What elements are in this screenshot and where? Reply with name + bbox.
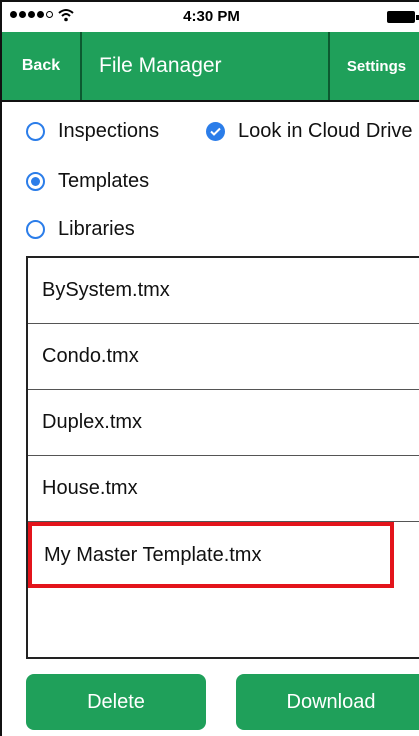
navigation-bar: Back File Manager Settings: [2, 32, 419, 102]
status-time: 4:30 PM: [183, 8, 240, 25]
delete-button[interactable]: Delete: [26, 674, 206, 730]
option-inspections-label: Inspections: [58, 120, 160, 142]
file-list[interactable]: BySystem.tmx Condo.tmx Duplex.tmx House.…: [26, 256, 419, 659]
back-button[interactable]: Back: [2, 32, 82, 100]
radio-unselected-icon[interactable]: [26, 220, 45, 239]
option-templates-label: Templates: [58, 170, 150, 192]
status-bar: 4:30 PM: [2, 0, 419, 32]
radio-unselected-icon[interactable]: [26, 122, 45, 141]
option-cloud-drive-label: Look in Cloud Drive: [238, 120, 413, 142]
option-libraries-label: Libraries: [58, 218, 135, 240]
radio-selected-icon[interactable]: [26, 172, 45, 191]
option-cloud-drive[interactable]: Look in Cloud Drive: [206, 120, 413, 143]
list-item[interactable]: Duplex.tmx: [28, 390, 419, 456]
settings-button[interactable]: Settings: [328, 32, 419, 100]
battery-icon: [387, 11, 419, 23]
list-item-selected[interactable]: My Master Template.tmx: [28, 522, 394, 588]
checkmark-icon[interactable]: [206, 122, 225, 141]
download-button[interactable]: Download: [236, 674, 419, 730]
list-item[interactable]: Condo.tmx: [28, 324, 419, 390]
page-title: File Manager: [99, 54, 222, 77]
phone-screen: 4:30 PM Back File Manager Settings Inspe…: [0, 0, 419, 736]
option-libraries[interactable]: Libraries: [26, 218, 135, 241]
list-item[interactable]: BySystem.tmx: [28, 258, 419, 324]
option-inspections[interactable]: Inspections: [26, 120, 159, 143]
list-item[interactable]: House.tmx: [28, 456, 419, 522]
option-templates[interactable]: Templates: [26, 170, 149, 193]
